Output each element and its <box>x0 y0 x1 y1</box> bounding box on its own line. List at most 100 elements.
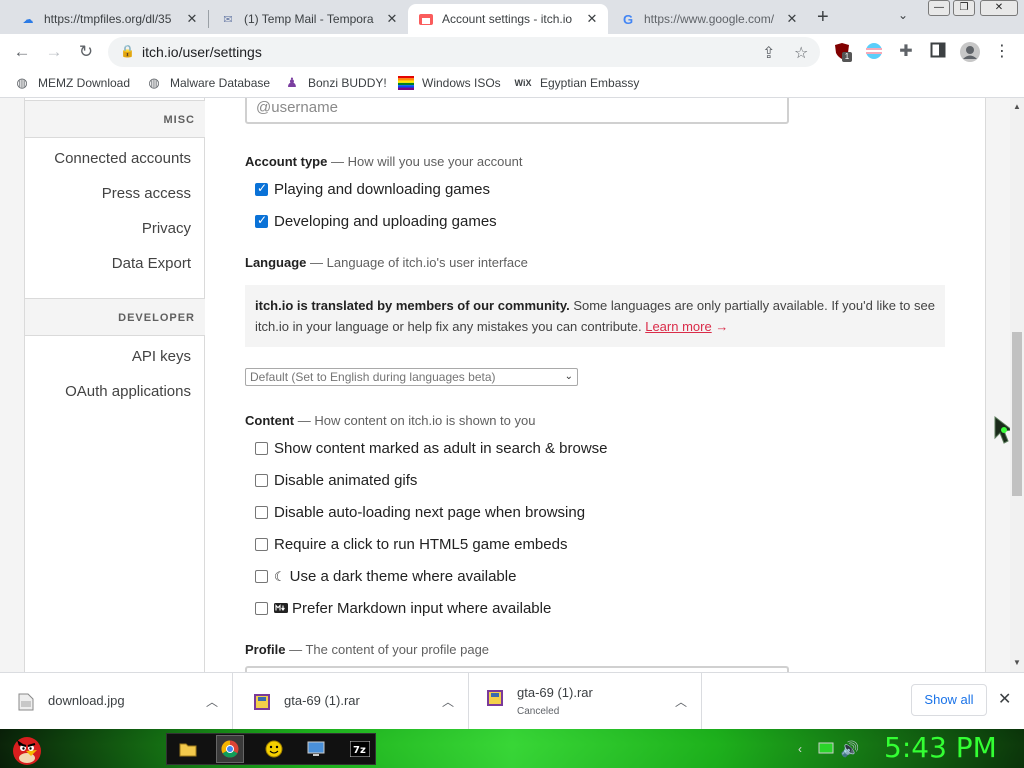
kebab-menu-icon[interactable]: ⋮ <box>992 42 1012 62</box>
scroll-down-arrow-icon[interactable]: ▼ <box>1013 658 1021 667</box>
tab-tmpfiles[interactable]: ☁ https://tmpfiles.org/dl/35 ✕ <box>10 4 208 34</box>
profile-title: Profile <box>245 642 286 657</box>
globe-icon: ◍ <box>16 75 28 90</box>
learn-more-link[interactable]: Learn more <box>645 319 711 334</box>
back-arrow-icon[interactable]: ← <box>10 40 34 64</box>
download-filename: gta-69 (1).rar <box>284 693 360 708</box>
tab-itchio-settings[interactable]: Account settings - itch.io ✕ <box>408 4 608 34</box>
settings-sidebar: MISC Connected accounts Press access Pri… <box>25 98 205 672</box>
sidebar-item-api-keys[interactable]: API keys <box>132 348 191 365</box>
close-icon[interactable]: ✕ <box>384 11 400 27</box>
forward-arrow-icon[interactable]: → <box>42 40 66 64</box>
browser-toolbar: ← → ↻ 🔒 itch.io/user/settings ⇪ ☆ 1 ✚ ⋮ <box>0 34 1024 70</box>
rar-file-icon <box>254 693 270 711</box>
bookmark-windows-isos[interactable]: Windows ISOs <box>398 75 501 91</box>
checkbox-playing-games[interactable]: Playing and downloading games <box>255 181 490 198</box>
download-item[interactable]: download.jpg ︿ <box>0 673 233 730</box>
account-type-label: Account type — How will you use your acc… <box>245 154 522 169</box>
download-item-canceled[interactable]: gta-69 (1).rar Canceled ︿ <box>469 673 702 730</box>
arrow-right-icon: → <box>715 319 729 334</box>
sidebar-heading-misc: MISC <box>25 100 205 138</box>
checkbox-click-to-run-html5[interactable]: Require a click to run HTML5 game embeds <box>255 536 567 553</box>
volume-icon[interactable]: 🔊 <box>836 735 864 763</box>
bookmark-egyptian-embassy[interactable]: WiX Egyptian Embassy <box>514 75 640 91</box>
taskbar-glow <box>0 729 1024 768</box>
checkbox-markdown-input[interactable]: Prefer Markdown input where available <box>255 600 551 617</box>
sidebar-item-connected-accounts[interactable]: Connected accounts <box>54 150 191 167</box>
username-field[interactable]: @username <box>245 98 789 124</box>
checkbox-unchecked[interactable] <box>255 538 268 551</box>
close-icon[interactable]: ✕ <box>584 11 600 27</box>
side-panel-icon[interactable] <box>928 42 948 62</box>
language-select-value: Default (Set to English during languages… <box>250 370 496 384</box>
sidebar-item-privacy[interactable]: Privacy <box>142 220 191 237</box>
address-bar[interactable]: 🔒 itch.io/user/settings ⇪ ☆ <box>108 37 820 67</box>
chevron-up-icon[interactable]: ︿ <box>675 693 687 710</box>
settings-card: MISC Connected accounts Press access Pri… <box>24 98 986 672</box>
bookmark-star-icon[interactable]: ☆ <box>794 43 808 63</box>
folder-icon[interactable] <box>174 735 202 763</box>
taskbar: 7z ‹ 🔊 5:43 PM <box>0 729 1024 768</box>
new-tab-button[interactable]: + <box>817 6 829 29</box>
minimize-button[interactable]: — <box>928 0 950 16</box>
bonzi-icon: ♟ <box>286 75 298 90</box>
checkbox-disable-gifs[interactable]: Disable animated gifs <box>255 472 417 489</box>
close-icon[interactable]: ✕ <box>784 11 800 27</box>
7zip-icon[interactable]: 7z <box>346 735 374 763</box>
checkbox-label: Playing and downloading games <box>274 181 490 198</box>
checkbox-disable-autoload[interactable]: Disable auto-loading next page when brow… <box>255 504 585 521</box>
chevron-down-icon: ⌄ <box>564 371 573 382</box>
checkbox-unchecked[interactable] <box>255 602 268 615</box>
page-scrollbar[interactable]: ▲ ▼ <box>1010 98 1024 672</box>
tab-tempmail[interactable]: ✉ (1) Temp Mail - Tempora ✕ <box>210 4 408 34</box>
language-title: Language <box>245 255 307 270</box>
sidebar-heading-developer: DEVELOPER <box>25 298 205 336</box>
puzzle-extensions-icon[interactable]: ✚ <box>896 42 916 62</box>
content-label: Content — How content on itch.io is show… <box>245 413 535 428</box>
checkbox-adult-content[interactable]: Show content marked as adult in search &… <box>255 440 608 457</box>
smiley-icon[interactable] <box>260 735 288 763</box>
close-icon[interactable]: ✕ <box>184 11 200 27</box>
chevron-up-icon[interactable]: ︿ <box>442 693 454 710</box>
tab-search-chevron-icon[interactable]: ⌄ <box>898 8 908 22</box>
scrollbar-thumb[interactable] <box>1012 332 1022 496</box>
url-text[interactable]: itch.io/user/settings <box>142 44 262 60</box>
sidebar-item-press-access[interactable]: Press access <box>102 185 191 202</box>
checkbox-unchecked[interactable] <box>255 474 268 487</box>
bookmark-memz[interactable]: ◍ MEMZ Download <box>14 75 130 91</box>
checkbox-checked[interactable] <box>255 213 268 228</box>
show-all-button[interactable]: Show all <box>911 684 987 716</box>
checkbox-unchecked[interactable] <box>255 442 268 455</box>
tab-title: https://www.google.com/ <box>644 12 775 26</box>
chrome-icon[interactable] <box>216 735 244 763</box>
checkbox-unchecked[interactable] <box>255 506 268 519</box>
share-icon[interactable]: ⇪ <box>762 43 775 63</box>
language-label: Language — Language of itch.io's user in… <box>245 255 528 270</box>
pride-extension-icon[interactable] <box>864 42 884 62</box>
sidebar-item-oauth-applications[interactable]: OAuth applications <box>65 383 191 400</box>
language-select[interactable]: Default (Set to English during languages… <box>245 368 578 386</box>
checkbox-checked[interactable] <box>255 181 268 196</box>
close-icon[interactable]: ✕ <box>998 689 1011 709</box>
monitor-icon[interactable] <box>302 735 330 763</box>
profile-avatar-icon[interactable] <box>960 42 980 62</box>
reload-icon[interactable]: ↻ <box>74 40 98 64</box>
restore-button[interactable]: ❐ <box>953 0 975 16</box>
download-item[interactable]: gta-69 (1).rar ︿ <box>236 673 469 730</box>
tab-google[interactable]: G https://www.google.com/ ✕ <box>610 4 808 34</box>
checkbox-label: Require a click to run HTML5 game embeds <box>274 536 568 553</box>
ublock-extension-icon[interactable]: 1 <box>832 42 852 62</box>
checkbox-unchecked[interactable] <box>255 570 268 583</box>
sidebar-item-data-export[interactable]: Data Export <box>112 255 191 272</box>
window-close-button[interactable]: ✕ <box>980 0 1018 16</box>
tab-separator <box>208 10 209 28</box>
tab-title: Account settings - itch.io <box>442 12 573 26</box>
scroll-up-arrow-icon[interactable]: ▲ <box>1013 102 1021 111</box>
bookmark-bonzi[interactable]: ♟ Bonzi BUDDY! <box>284 75 387 91</box>
bookmark-malware-db[interactable]: ◍ Malware Database <box>146 75 270 91</box>
chevron-up-icon[interactable]: ︿ <box>206 693 218 710</box>
checkbox-dark-theme[interactable]: ☾ Use a dark theme where available <box>255 568 516 585</box>
angry-bird-start-icon[interactable] <box>8 731 46 767</box>
checkbox-developing-games[interactable]: Developing and uploading games <box>255 213 497 230</box>
tray-chevron-icon[interactable]: ‹ <box>786 735 814 763</box>
